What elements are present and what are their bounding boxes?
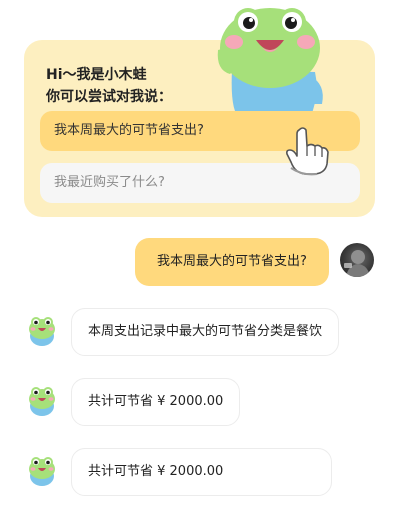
user-avatar[interactable] <box>340 243 374 277</box>
greeting-line-1: Hi～我是小木蛙 <box>46 67 147 83</box>
frog-avatar-icon <box>29 457 55 486</box>
frog-mascot-icon <box>217 8 323 118</box>
bot-message-bubble: 本周支出记录中最大的可节省分类是餐饮 <box>71 308 340 356</box>
greeting: Hi～我是小木蛙 你可以尝试对我说： <box>46 64 172 108</box>
greeting-line-2: 你可以尝试对我说： <box>46 89 172 105</box>
user-photo-icon <box>344 250 370 277</box>
bot-message-bubble: 共计可节省 ¥ 2000.00 <box>71 448 332 496</box>
pointing-hand-icon <box>286 127 329 176</box>
bot-message-bubble: 共计可节省 ¥ 2000.00 <box>71 378 241 426</box>
frog-avatar-icon <box>29 387 55 416</box>
frog-avatar-icon <box>29 317 55 346</box>
user-message-bubble: 我本周最大的可节省支出? <box>135 238 329 286</box>
